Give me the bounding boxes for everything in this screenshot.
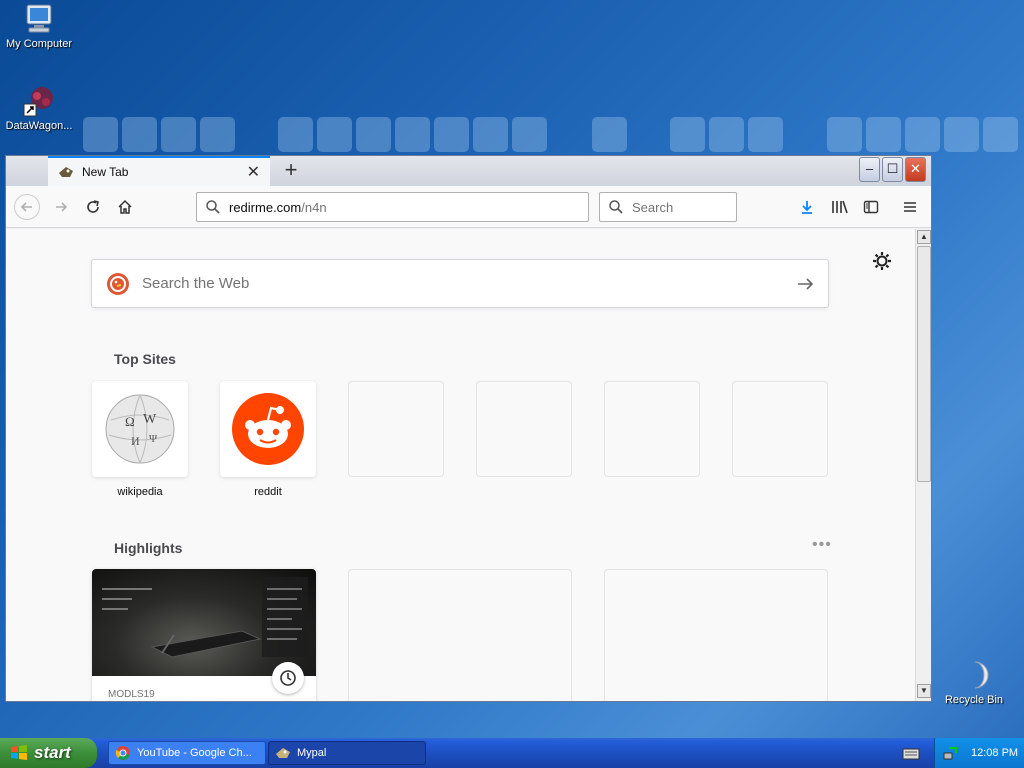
top-site-placeholder	[348, 381, 444, 477]
datawagon-icon	[23, 87, 53, 117]
desktop-icon-label: My Computer	[5, 38, 73, 50]
navigation-toolbar: redirme.com/n4n Search	[6, 186, 931, 228]
back-button[interactable]	[14, 194, 40, 220]
new-tab-page: Search the Web Top Sites Ω W И Ψ wikiped…	[6, 229, 915, 701]
desktop-icon-datawagon[interactable]: DataWagon...	[0, 84, 78, 132]
recycle-bin-icon	[974, 661, 989, 689]
top-site-tile[interactable]	[220, 381, 316, 477]
top-site-tile[interactable]: Ω W И Ψ	[92, 381, 188, 477]
reload-button[interactable]	[80, 194, 106, 220]
web-search-placeholder: Search the Web	[142, 275, 250, 292]
highlight-card[interactable]: MODLS19	[92, 569, 316, 701]
highlight-thumbnail	[92, 569, 316, 694]
search-icon	[206, 200, 220, 214]
url-path: /n4n	[301, 199, 327, 215]
mypal-favicon-icon	[59, 167, 73, 177]
highlight-source: MODLS19	[108, 689, 155, 700]
wikipedia-globe-icon: Ω W И Ψ	[105, 394, 175, 464]
home-button[interactable]	[112, 194, 138, 220]
network-icon[interactable]	[943, 745, 959, 761]
duckduckgo-icon	[107, 272, 129, 295]
taskbar-button-chrome[interactable]: YouTube - Google Ch...	[108, 741, 266, 765]
top-site-placeholder	[732, 381, 828, 477]
mypal-icon	[276, 748, 290, 758]
scroll-up-button[interactable]: ▲	[917, 230, 931, 244]
url-bar[interactable]: redirme.com/n4n	[196, 192, 589, 222]
back-arrow-icon	[20, 202, 32, 212]
window-close-button[interactable]: ✕	[905, 157, 926, 182]
download-icon	[802, 201, 812, 214]
svg-text:И: И	[131, 434, 140, 448]
downloads-button[interactable]	[794, 194, 820, 220]
tab-close-icon[interactable]: ✕	[247, 162, 260, 182]
system-tray: 12:08 PM	[934, 738, 1024, 768]
hamburger-menu-icon	[904, 202, 916, 212]
tab-new-tab[interactable]: New Tab ✕	[48, 156, 270, 186]
forward-button[interactable]	[48, 194, 74, 220]
chrome-icon	[115, 746, 130, 760]
desktop-icon-label: DataWagon...	[5, 120, 73, 132]
tab-title: New Tab	[82, 165, 129, 179]
computer-icon	[26, 4, 52, 33]
minimize-button[interactable]: –	[859, 157, 880, 182]
clock-icon	[280, 670, 296, 686]
taskbar-button-label: YouTube - Google Ch...	[137, 747, 252, 759]
svg-text:W: W	[143, 412, 157, 427]
top-site-label: wikipedia	[117, 486, 163, 498]
web-search-box[interactable]: Search the Web	[91, 259, 829, 308]
start-button[interactable]: start	[0, 738, 97, 768]
highlights-more-options-icon[interactable]: •••	[812, 536, 832, 554]
taskbar: start YouTube - Google Ch... Mypal 12:08…	[0, 738, 1024, 768]
top-site-label: reddit	[254, 486, 282, 498]
settings-gear-button[interactable]	[872, 251, 892, 271]
start-label: start	[34, 743, 71, 762]
desktop-icon-my-computer[interactable]: My Computer	[0, 2, 78, 50]
highlights-heading: Highlights	[114, 540, 183, 556]
desktop-icon-recycle-bin[interactable]: Recycle Bin	[935, 658, 1013, 706]
tab-bar: New Tab ✕ + – ☐ ✕	[6, 156, 931, 186]
scroll-down-button[interactable]: ▼	[917, 684, 931, 698]
url-domain: redirme.com	[229, 199, 302, 215]
svg-text:Ψ: Ψ	[149, 433, 158, 445]
home-icon	[118, 199, 132, 214]
highlight-placeholder	[348, 569, 572, 701]
sidebar-button[interactable]	[858, 194, 884, 220]
sidebar-icon	[863, 200, 879, 214]
keyboard-icon[interactable]	[902, 745, 920, 764]
desktop-icon-label: Recycle Bin	[944, 694, 1004, 706]
taskbar-button-mypal[interactable]: Mypal	[268, 741, 426, 765]
search-bar[interactable]: Search	[599, 192, 737, 222]
windows-logo-icon	[11, 745, 27, 760]
arrow-right-icon[interactable]	[796, 275, 814, 293]
library-button[interactable]	[827, 194, 853, 220]
menu-button[interactable]	[897, 194, 923, 220]
reload-icon	[87, 200, 99, 213]
scroll-thumb[interactable]	[917, 246, 931, 482]
gear-icon	[873, 252, 891, 270]
taskbar-button-label: Mypal	[297, 747, 327, 759]
reddit-alien-icon	[232, 393, 304, 465]
maximize-button[interactable]: ☐	[882, 157, 903, 182]
new-tab-button[interactable]: +	[278, 159, 304, 183]
top-sites-heading: Top Sites	[114, 351, 176, 367]
history-clock-badge	[272, 662, 304, 694]
highlight-preview-image	[102, 577, 308, 658]
desktop-decoration	[80, 117, 1024, 155]
clock-time[interactable]: 12:08 PM	[971, 747, 1018, 759]
top-site-placeholder	[604, 381, 700, 477]
forward-arrow-icon	[56, 202, 68, 212]
highlight-placeholder	[604, 569, 828, 701]
top-site-placeholder	[476, 381, 572, 477]
search-icon	[609, 200, 623, 214]
svg-text:Ω: Ω	[125, 414, 135, 429]
library-icon	[832, 200, 848, 214]
browser-window: New Tab ✕ + – ☐ ✕ redirme.com/n4n Search	[5, 155, 932, 702]
search-placeholder: Search	[632, 199, 674, 215]
vertical-scrollbar[interactable]: ▲ ▼	[915, 229, 931, 701]
